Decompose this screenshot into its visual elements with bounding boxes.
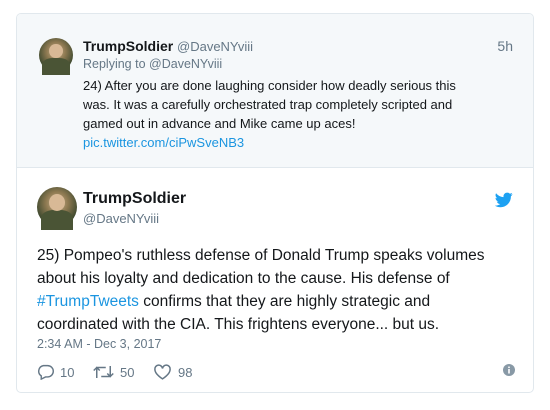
heart-icon [154,364,171,380]
media-link[interactable]: pic.twitter.com/ciPwSveNB3 [83,133,503,152]
author-name[interactable]: TrumpSoldier [83,38,173,54]
reply-icon [38,364,54,380]
replying-to: Replying to @DaveNYviii [83,57,222,71]
tweet-text-line: coordinated with the CIA. This frightens… [37,316,440,333]
reply-count: 10 [60,364,75,380]
replying-to-label: Replying to [83,57,146,71]
retweet-button[interactable]: 50 [93,362,134,382]
info-icon[interactable] [503,364,515,376]
hashtag-link[interactable]: #TrumpTweets [37,293,139,310]
avatar-face [49,44,63,59]
retweet-count: 50 [120,364,135,380]
twitter-bird-icon[interactable] [495,192,513,208]
avatar-body [41,210,73,231]
reply-button[interactable]: 10 [37,362,74,382]
tweet-actions: 10 50 98 [37,362,515,382]
tweet-text: 24) After you are done laughing consider… [83,76,503,152]
avatar-face [49,194,65,211]
author-name[interactable]: TrumpSoldier [83,190,186,208]
author-handle[interactable]: @DaveNYviii [177,39,253,54]
tweet-text-line: 24) After you are done laughing consider… [83,78,456,93]
replying-to-mention[interactable]: @DaveNYviii [149,57,222,71]
avatar[interactable] [39,38,73,75]
avatar[interactable] [37,187,77,231]
tweet-text-line: 25) Pompeo's ruthless defense of Donald … [37,247,485,264]
tweet-text-line: was. It was a carefully orchestrated tra… [83,97,453,112]
tweet-text-fragment: confirms that they are highly strategic … [138,293,431,310]
embedded-tweet-card: TrumpSoldier @DaveNYviii 5h Replying to … [16,13,534,393]
parent-tweet[interactable]: TrumpSoldier @DaveNYviii 5h Replying to … [17,14,533,168]
tweet-time[interactable]: 5h [497,38,513,54]
author-handle[interactable]: @DaveNYviii [83,211,159,226]
like-count: 98 [178,364,193,380]
like-button[interactable]: 98 [153,362,192,382]
tweet-text-line: #TrumpTweets confirms that they are high… [37,290,522,313]
tweet-text-line: about his loyalty and dedication to the … [37,270,450,287]
retweet-icon [93,366,114,378]
tweet-text-line: gamed out in advance and Mike came up ac… [83,116,356,131]
tweet-timestamp[interactable]: 2:34 AM - Dec 3, 2017 [37,337,161,351]
avatar-body [42,57,70,75]
tweet-text: 25) Pompeo's ruthless defense of Donald … [37,244,522,336]
